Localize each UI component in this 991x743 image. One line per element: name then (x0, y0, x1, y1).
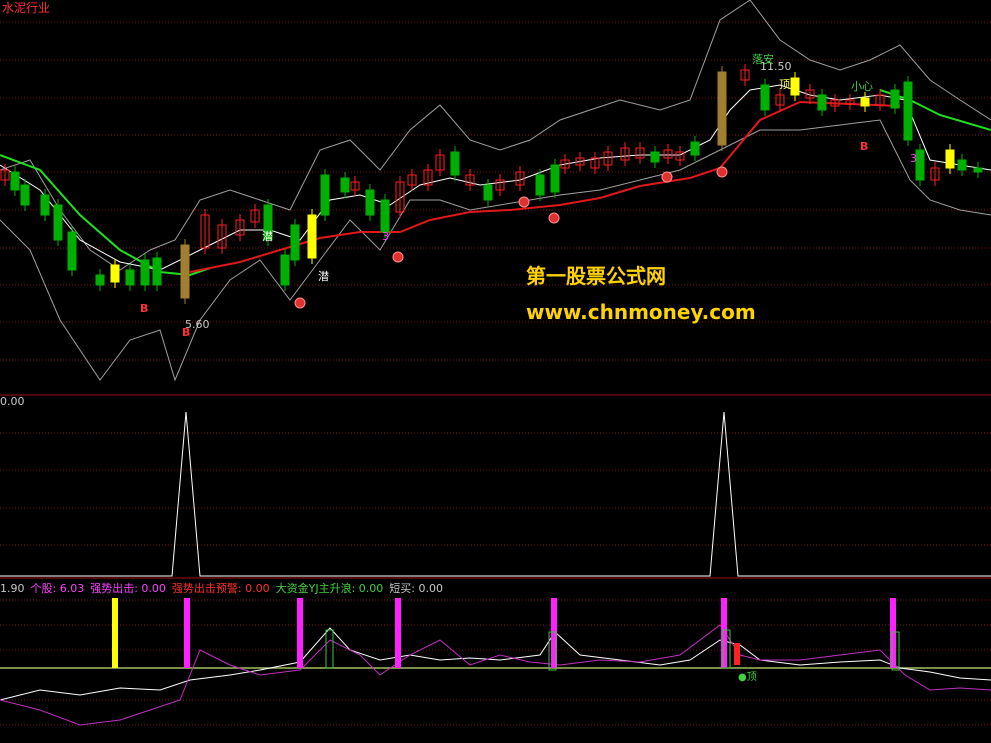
candle-body-10 (152, 257, 162, 286)
panel3-white (0, 627, 991, 701)
candle-body-58 (903, 81, 913, 141)
candle-body-9 (140, 259, 150, 286)
candle-body-3 (40, 194, 50, 216)
panel3-duanmai: 短买: 0.00 (389, 582, 443, 595)
candle-body-55 (860, 97, 870, 107)
panel3-dazijin: 大资金YJ主升浪: 0.00 (275, 582, 384, 595)
candle-body-11 (180, 244, 190, 299)
candle-body-17 (280, 254, 290, 286)
num-3-label-2: 3 (910, 152, 917, 165)
panel3-magenta (0, 624, 991, 726)
panel3-v1: 1.90 (0, 582, 25, 595)
candle-body-48 (760, 84, 770, 111)
candle-body-31 (483, 184, 493, 201)
panel3-yujing: 强势出击预警: 0.00 (171, 582, 270, 595)
candle-body-21 (340, 177, 350, 193)
signal-bar-magenta-2 (395, 598, 401, 668)
candle-body-24 (380, 199, 390, 233)
ma-white (0, 84, 991, 271)
panel3-legend: 1.90 个股: 6.03 强势出击: 0.00 强势出击预警: 0.00 大资… (0, 582, 449, 595)
b-label-3: B (860, 140, 869, 153)
candle-body-7 (110, 264, 120, 283)
candle-body-19 (307, 214, 317, 259)
candle-body-4 (53, 204, 63, 241)
signal-ball-0 (294, 297, 306, 309)
signal-bar-magenta-1 (297, 598, 303, 668)
signal-bar-red (734, 643, 740, 665)
candle-body-2 (20, 184, 30, 206)
qian-label: 潜 (318, 270, 329, 283)
qian-label-2: 潜 (262, 230, 273, 243)
b-label-1: B (140, 302, 149, 315)
signal-ball-2 (518, 196, 530, 208)
candle-body-29 (450, 151, 460, 176)
candle-body-8 (125, 269, 135, 286)
lower-band (0, 119, 991, 382)
candle-body-18 (290, 224, 300, 261)
candle-body-50 (790, 77, 800, 96)
candle-body-45 (690, 141, 700, 156)
hint-xiaoxin: 小心 (851, 80, 873, 93)
signal-bar-magenta-5 (890, 598, 896, 668)
candle-body-20 (320, 174, 330, 216)
candle-body-6 (95, 274, 105, 286)
candle-body-42 (650, 151, 660, 163)
panel2-value: 0.00 (0, 395, 25, 408)
candle-body-35 (550, 164, 560, 193)
watermark-name: 第一股票公式网 (526, 264, 666, 288)
candle-body-1 (10, 171, 20, 191)
candle-body-5 (67, 231, 77, 271)
num-3-label: 3 (382, 230, 389, 243)
hint-luoan: 落安 (752, 53, 774, 66)
signal-ball-1 (392, 251, 404, 263)
signal-ball-4 (661, 171, 673, 183)
candle-body-62 (957, 159, 967, 171)
stock-chart[interactable] (0, 0, 991, 743)
candle-body-59 (915, 149, 925, 181)
candle-body-57 (890, 89, 900, 109)
signal-bar-magenta-4 (721, 598, 727, 668)
sector-title: 水泥行业 (2, 1, 51, 15)
ding-label: 顶 (779, 78, 790, 91)
candle-body-23 (365, 189, 375, 216)
panel3-gegu: 个股: 6.03 (30, 582, 85, 595)
signal-bar-green-0 (325, 629, 334, 669)
ding2-label: ●顶 (738, 672, 757, 683)
signal-ball-3 (548, 212, 560, 224)
b-label-2: B (182, 326, 191, 339)
panel3-qiangshi: 强势出击: 0.00 (90, 582, 166, 595)
candle-body-63 (973, 167, 983, 173)
candle-body-34 (535, 174, 545, 196)
candle-body-52 (817, 94, 827, 111)
signal-bar-magenta-0 (184, 598, 190, 668)
signal-bar-yellow (112, 598, 118, 668)
watermark-url: www.chnmoney.com (526, 300, 756, 324)
panel2-line (0, 411, 991, 577)
candle-body-46 (717, 71, 727, 146)
signal-ball-5 (716, 166, 728, 178)
candle-body-61 (945, 149, 955, 169)
ma-green-left (0, 154, 211, 277)
